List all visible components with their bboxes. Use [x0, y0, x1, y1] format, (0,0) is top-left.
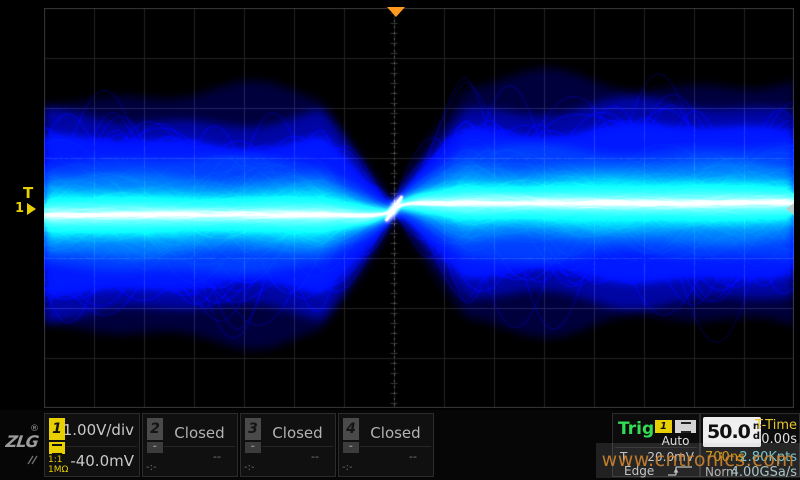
trigger-type: Edge — [624, 464, 654, 478]
brand-logo: ZLG — [5, 432, 40, 451]
trigger-block[interactable]: Trig 1 Auto T 20.0mV Edge — [612, 413, 700, 477]
channel1-position-marker[interactable]: 1 — [15, 201, 36, 216]
channel4-placeholder-a: -:- — [342, 462, 353, 473]
trigger-level-value: 20.0mV — [647, 450, 694, 464]
trigger-position-marker[interactable] — [387, 7, 405, 17]
timebase-block[interactable]: 50.0 ns/div T-Time 0.00s 700ns 2.80Kpts … — [700, 413, 800, 477]
channel4-block[interactable]: 4 - Closed -:- -- — [338, 413, 434, 477]
channel4-placeholder-b: -- — [409, 450, 417, 463]
channel2-placeholder-a: -:- — [146, 462, 157, 473]
channel2-badge: 2 — [147, 418, 163, 440]
channel3-placeholder-a: -:- — [244, 462, 255, 473]
channel1-offset: -40.0mV — [70, 452, 134, 470]
status-bar: ZLG ® 1 1:1 1MΩ 1.00V/div -40.0mV 2 - Cl… — [0, 410, 800, 480]
channel1-probe-ratio: 1:1 — [48, 456, 62, 465]
trigger-source-badge: 1 — [655, 420, 672, 433]
channel3-block[interactable]: 3 - Closed -:- -- — [240, 413, 336, 477]
rising-edge-icon — [667, 465, 693, 477]
channel3-placeholder-b: -- — [311, 450, 319, 463]
channel1-arrow-icon — [27, 203, 36, 215]
sample-rate: 4.00GSa/s — [731, 465, 797, 480]
waveform-display-area[interactable] — [44, 8, 794, 408]
trigger-coupling-dc-icon — [675, 420, 696, 433]
channel1-impedance: 1MΩ — [48, 466, 68, 475]
trigger-sweep-mode: Auto — [655, 434, 696, 448]
timebase-value: 50.0 — [707, 421, 750, 443]
channel3-badge: 3 — [245, 418, 261, 440]
channel2-block[interactable]: 2 - Closed -:- -- — [142, 413, 238, 477]
channel1-marker-label: 1 — [15, 201, 24, 216]
channel1-coupling-dc-icon — [49, 442, 65, 454]
channel3-status: Closed — [263, 424, 332, 442]
channel1-scale: 1.00V/div — [63, 421, 134, 439]
registered-mark: ® — [30, 424, 39, 434]
hatch-icon — [26, 454, 40, 466]
channel1-block[interactable]: 1 1:1 1MΩ 1.00V/div -40.0mV — [44, 413, 140, 477]
t-time-label: T-Time — [755, 418, 797, 433]
t-time-value: 0.00s — [761, 432, 797, 447]
channel2-status: Closed — [165, 424, 234, 442]
trigger-level-label: T — [620, 450, 627, 464]
channel3-coupling-icon: - — [245, 442, 261, 453]
channel4-badge: 4 — [343, 418, 359, 440]
waveform-canvas — [44, 8, 794, 408]
trigger-level-marker[interactable]: T — [23, 184, 33, 202]
brand-area: ZLG ® — [0, 410, 44, 480]
trigger-level-right-icon[interactable] — [786, 203, 794, 215]
channel2-coupling-icon: - — [147, 442, 163, 453]
channel4-status: Closed — [361, 424, 430, 442]
timebase-box[interactable]: 50.0 ns/div — [703, 417, 761, 447]
trigger-label: Trig — [618, 419, 654, 439]
channel2-placeholder-b: -- — [213, 450, 221, 463]
channel4-coupling-icon: - — [343, 442, 359, 453]
memory-depth: 2.80Kpts — [739, 450, 797, 465]
oscilloscope-screen: T 1 ZLG ® 1 1:1 1MΩ 1.00V/div -40.0mV 2 — [0, 0, 800, 480]
